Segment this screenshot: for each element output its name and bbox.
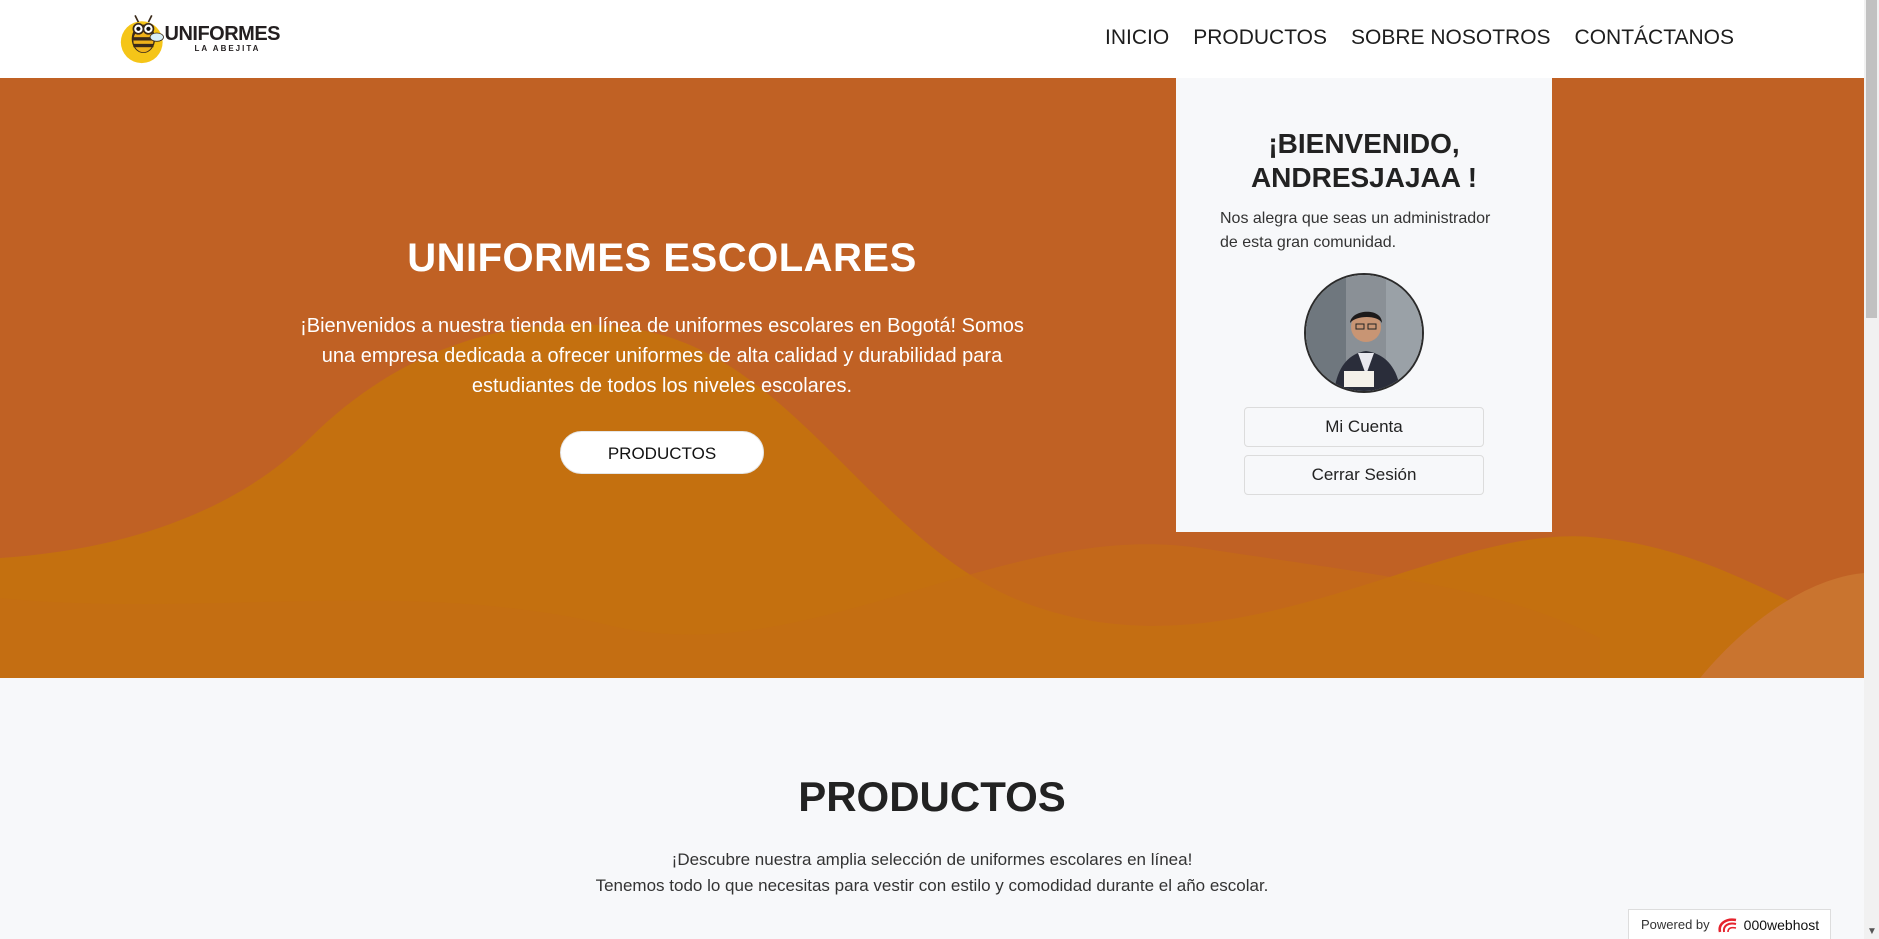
000webhost-logo-icon [1718,917,1736,932]
welcome-message: Nos alegra que seas un administrador de … [1220,210,1491,251]
my-account-button[interactable]: Mi Cuenta [1244,407,1484,447]
welcome-card: ¡BIENVENIDO, ANDRESJAJAA ! Nos alegra qu… [1176,78,1552,532]
logo-main-text: UNIFORMES [164,22,281,45]
avatar-image [1306,275,1422,391]
nav-link-sobre-nosotros[interactable]: SOBRE NOSOTROS [1351,26,1551,50]
scroll-down-arrow-icon[interactable]: ▼ [1867,926,1877,937]
products-description: ¡Descubre nuestra amplia selección de un… [0,847,1864,899]
products-title: PRODUCTOS [798,773,1066,820]
navbar: UNIFORMES LA ABEJITA INICIO PRODUCTOS SO… [0,0,1864,78]
bee-logo-icon [120,15,164,64]
logo-sub-text: LA ABEJITA [194,43,261,53]
powered-by-brand: 000webhost [1743,916,1820,933]
nav-link-inicio[interactable]: INICIO [1105,26,1169,50]
logout-button[interactable]: Cerrar Sesión [1244,455,1484,495]
powered-by-label: Powered by [1641,917,1710,932]
products-line1: ¡Descubre nuestra amplia selección de un… [671,850,1193,869]
powered-by-badge[interactable]: Powered by 000webhost [1628,909,1831,939]
nav-link-productos[interactable]: PRODUCTOS [1193,26,1327,50]
hero-title: UNIFORMES ESCOLARES [407,236,917,280]
hero-content: UNIFORMES ESCOLARES ¡Bienvenidos a nuest… [300,236,1024,474]
welcome-title: ¡BIENVENIDO, ANDRESJAJAA ! [1176,127,1552,195]
products-section: PRODUCTOS ¡Descubre nuestra amplia selec… [0,678,1864,939]
logo[interactable]: UNIFORMES LA ABEJITA [120,6,280,70]
scrollbar-thumb[interactable] [1866,0,1877,318]
logo-text: UNIFORMES LA ABEJITA [165,24,281,53]
products-line2: Tenemos todo lo que necesitas para vesti… [595,876,1269,895]
hero-description: ¡Bienvenidos a nuestra tienda en línea d… [300,315,1024,397]
hero-products-button[interactable]: PRODUCTOS [560,431,764,474]
hero-section: UNIFORMES ESCOLARES ¡Bienvenidos a nuest… [0,78,1864,678]
welcome-title-line1: ¡BIENVENIDO, [1268,128,1460,159]
nav-links: INICIO PRODUCTOS SOBRE NOSOTROS CONTÁCTA… [1105,26,1734,50]
page-scrollbar[interactable]: ▼ [1864,0,1879,939]
user-avatar [1304,273,1424,393]
welcome-title-line2: ANDRESJAJAA ! [1250,162,1478,193]
nav-link-contactanos[interactable]: CONTÁCTANOS [1575,26,1734,50]
